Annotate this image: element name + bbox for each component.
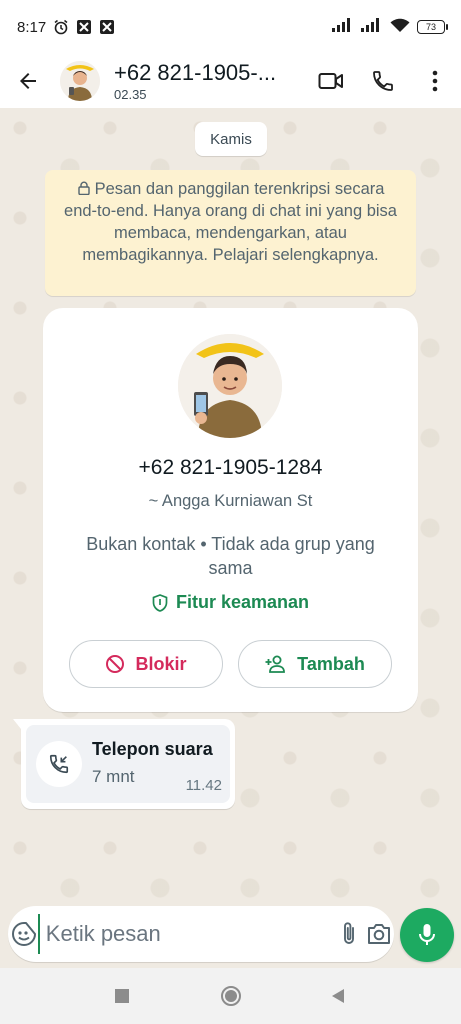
voice-call-message[interactable]: Telepon suara 7 mnt 11.42 [13,719,235,809]
attach-icon [343,922,354,944]
more-vert-icon [432,70,438,92]
incoming-call-icon [49,754,69,774]
add-contact-label: Tambah [297,653,365,674]
lock-icon [77,181,90,195]
camera-button[interactable] [364,906,394,962]
home-circle-icon [221,986,241,1006]
message-composer [8,906,394,962]
app-notification-icon [76,19,92,35]
contact-name: ~ Angga Kurniawan St [148,492,313,510]
system-back-button[interactable] [324,982,352,1010]
system-navigation-bar [0,968,461,1024]
contact-note: Bukan kontak • Tidak ada grup yang sama [86,534,375,578]
camera-icon [367,924,390,944]
security-features-link[interactable]: Fitur keamanan [43,592,418,613]
encryption-notice-text: Pesan dan panggilan terenkripsi secara e… [64,180,397,264]
contact-avatar[interactable] [178,334,282,438]
message-time: 11.42 [185,777,222,794]
battery-icon: 73 [417,20,448,34]
home-button[interactable] [217,982,245,1010]
back-arrow-icon [20,73,36,89]
call-title: Telepon suara [92,739,213,759]
battery-level: 73 [425,22,436,32]
wifi-icon [390,18,410,37]
block-icon [106,655,125,673]
sticker-icon [11,922,36,946]
back-triangle-icon [332,989,344,1003]
missed-call-icon-badge [36,741,82,787]
video-call-icon [318,73,343,89]
recents-square-icon [115,989,129,1003]
voice-message-button[interactable] [400,908,454,962]
chat-messages[interactable]: Kamis Pesan dan panggilan terenkripsi se… [0,108,461,968]
attach-button[interactable] [334,906,364,962]
phone-icon [373,71,393,91]
message-input[interactable] [37,914,334,954]
more-options-button[interactable] [409,54,461,108]
recents-button[interactable] [108,982,136,1010]
block-label: Blokir [135,653,187,674]
contact-phone: +62 821-1905-1284 [138,456,323,479]
chat-title-block[interactable]: +62 821-1905-... 02.35 [114,60,294,102]
mic-icon [419,924,435,945]
status-bar: 8:17 73 [0,0,461,54]
date-chip: Kamis [195,122,267,156]
avatar[interactable] [60,61,100,101]
chat-title: +62 821-1905-... [114,60,277,85]
last-seen: 02.35 [114,87,147,102]
video-call-button[interactable] [305,54,357,108]
security-features-label: Fitur keamanan [175,592,310,612]
sticker-button[interactable] [10,906,38,962]
back-button[interactable] [0,54,56,108]
app-notification-icon [99,19,115,35]
signal-icon [361,18,383,36]
contact-info-card: +62 821-1905-1284 ~ Angga Kurniawan St B… [43,308,418,712]
shield-icon [152,593,168,612]
encryption-notice[interactable]: Pesan dan panggilan terenkripsi secara e… [45,170,416,296]
alarm-icon [53,19,69,35]
call-duration: 7 mnt [92,767,135,786]
status-time: 8:17 [17,18,47,36]
block-button[interactable]: Blokir [69,640,223,688]
add-person-icon [265,655,286,673]
voice-call-button[interactable] [357,54,409,108]
signal-icon [332,18,354,36]
add-contact-button[interactable]: Tambah [238,640,392,688]
chat-header: +62 821-1905-... 02.35 [0,54,461,108]
